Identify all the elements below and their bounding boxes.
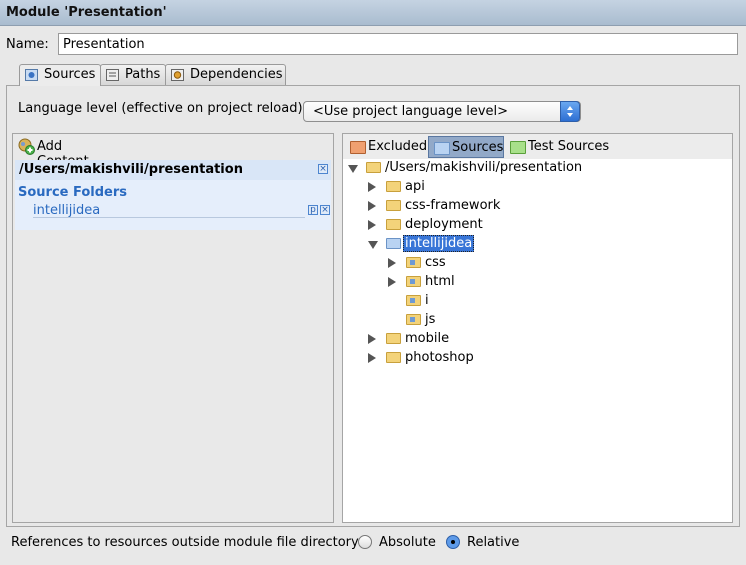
tree-node-label: deployment <box>405 217 483 232</box>
divider <box>33 217 305 218</box>
tree-node-label: mobile <box>405 331 450 346</box>
folder-icon <box>386 352 401 363</box>
source-folder-item[interactable]: intellijidea <box>33 203 100 218</box>
radio-relative-label: Relative <box>467 535 520 550</box>
mark-excluded-button[interactable]: Excluded <box>345 136 427 158</box>
tree-node-label: photoshop <box>405 350 474 365</box>
tree-row-api[interactable]: api <box>345 178 730 197</box>
tree-row-i[interactable]: i <box>345 292 730 311</box>
excluded-folder-icon <box>350 141 366 154</box>
tree-root-row[interactable]: /Users/makishvili/presentation <box>345 159 730 178</box>
package-folder-icon <box>406 295 421 306</box>
tree-node-label: css <box>425 255 446 270</box>
radio-absolute-label: Absolute <box>379 535 436 550</box>
mark-sources-button[interactable]: Sources <box>428 136 504 158</box>
tab-label: Sources <box>44 67 96 82</box>
open-folder-icon <box>366 162 381 173</box>
language-level-value: <Use project language level> <box>313 104 509 119</box>
tree-row-css[interactable]: css <box>345 254 730 273</box>
language-level-label: Language level (effective on project rel… <box>18 101 307 116</box>
tree-node-label: i <box>425 293 429 308</box>
mark-test-sources-button[interactable]: Test Sources <box>505 136 611 158</box>
content-root-path: /Users/makishvili/presentation <box>19 162 243 177</box>
expand-icon[interactable] <box>368 201 376 211</box>
module-name-input[interactable] <box>58 33 738 55</box>
tree-row-intellijidea[interactable]: intellijidea <box>345 235 730 254</box>
tab-label: Dependencies <box>190 67 283 82</box>
expand-icon[interactable] <box>368 220 376 230</box>
tree-node-label: js <box>425 312 436 327</box>
tree-row-deployment[interactable]: deployment <box>345 216 730 235</box>
package-folder-icon <box>406 257 421 268</box>
source-folder-open-icon <box>386 238 401 249</box>
tree-node-label-selected: intellijidea <box>403 235 475 252</box>
add-content-root-icon <box>18 138 35 155</box>
package-folder-icon <box>406 276 421 287</box>
select-arrows-icon <box>560 101 580 122</box>
expand-icon[interactable] <box>388 277 396 287</box>
tab-sources[interactable]: Sources <box>19 64 101 86</box>
tab-label: Paths <box>125 67 161 82</box>
excluded-label: Excluded <box>368 139 428 154</box>
expand-icon[interactable] <box>368 353 376 363</box>
window-title: Module 'Presentation' <box>6 5 167 20</box>
folder-icon <box>386 333 401 344</box>
radio-absolute[interactable]: Absolute <box>358 533 438 551</box>
radio-relative[interactable]: Relative <box>446 533 526 551</box>
tree-node-label: /Users/makishvili/presentation <box>385 160 583 175</box>
references-label: References to resources outside module f… <box>11 535 363 550</box>
sources-label: Sources <box>452 140 504 155</box>
expand-icon[interactable] <box>368 334 376 344</box>
source-folders-title: Source Folders <box>18 185 128 200</box>
dependencies-tab-icon <box>171 69 184 81</box>
expand-icon[interactable] <box>368 182 376 192</box>
collapse-icon[interactable] <box>368 241 378 249</box>
tree-row-html[interactable]: html <box>345 273 730 292</box>
tree-node-label: css-framework <box>405 198 501 213</box>
tree-row-mobile[interactable]: mobile <box>345 330 730 349</box>
sources-tab-icon <box>25 69 38 81</box>
sources-folder-icon <box>434 142 450 155</box>
paths-tab-icon <box>106 69 119 81</box>
tree-row-css-framework[interactable]: css-framework <box>345 197 730 216</box>
radio-button[interactable] <box>358 535 372 549</box>
tree-node-label: html <box>425 274 455 289</box>
test-sources-folder-icon <box>510 141 526 154</box>
expand-icon[interactable] <box>388 258 396 268</box>
tab-paths[interactable]: Paths <box>100 64 166 85</box>
package-folder-icon <box>406 314 421 325</box>
folder-icon <box>386 200 401 211</box>
radio-button-selected[interactable] <box>446 535 460 549</box>
language-level-select[interactable]: <Use project language level> <box>303 101 581 122</box>
folder-icon <box>386 181 401 192</box>
edit-source-folder-icon[interactable]: p <box>308 205 318 215</box>
window-title-bar: Module 'Presentation' <box>0 0 746 26</box>
collapse-icon[interactable] <box>348 165 358 173</box>
folder-icon <box>386 219 401 230</box>
tree-node-label: api <box>405 179 425 194</box>
name-label: Name: <box>6 37 49 52</box>
tree-row-photoshop[interactable]: photoshop <box>345 349 730 368</box>
tab-dependencies[interactable]: Dependencies <box>165 64 286 85</box>
tree-row-js[interactable]: js <box>345 311 730 330</box>
remove-content-root-icon[interactable]: × <box>318 164 328 174</box>
remove-source-folder-icon[interactable]: × <box>320 205 330 215</box>
test-sources-label: Test Sources <box>528 139 610 154</box>
